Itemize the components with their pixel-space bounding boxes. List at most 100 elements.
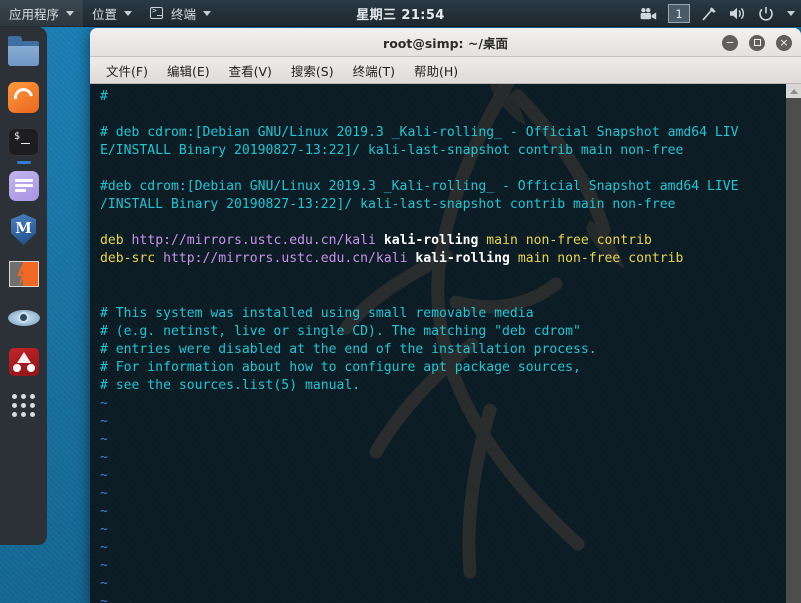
dock-item-terminal[interactable] <box>7 125 40 158</box>
menu-edit[interactable]: 编辑(E) <box>159 58 218 83</box>
dock-item-firefox[interactable] <box>7 81 40 114</box>
dock-item-show-applications[interactable] <box>7 389 40 422</box>
minimize-icon: − <box>725 36 735 49</box>
minimize-button[interactable]: − <box>722 34 738 51</box>
terminal-segment: ~ <box>100 576 108 592</box>
terminal-segment: # <box>100 89 108 104</box>
menu-view[interactable]: 查看(V) <box>221 58 280 83</box>
firefox-icon <box>8 82 39 113</box>
top-panel: 应用程序 位置 终端 星期三 21:54 1 <box>0 0 801 27</box>
terminal-line: ~ <box>100 557 786 575</box>
menu-search[interactable]: 搜索(S) <box>283 58 342 83</box>
window-titlebar[interactable]: root@simp: ~/桌面 − × <box>90 28 801 57</box>
terminal-line: # <box>100 88 786 106</box>
terminal-line: # This system was installed using small … <box>100 305 786 323</box>
terminal-segment: ~ <box>100 594 108 603</box>
terminal-line: deb-src http://mirrors.ustc.edu.cn/kali … <box>100 250 786 268</box>
terminal-scrollbar[interactable] <box>786 84 801 603</box>
terminal-line: ~ <box>100 431 786 449</box>
network-icon[interactable] <box>701 5 718 22</box>
terminal-segment: /INSTALL Binary 20190827-13:22]/ kali-la… <box>100 197 676 213</box>
dock-item-files[interactable] <box>7 36 40 70</box>
terminal-segment: ~ <box>100 467 108 483</box>
terminal-icon <box>150 6 164 19</box>
terminal-segment: ~ <box>100 486 108 502</box>
terminal-line: ~ <box>100 521 786 539</box>
menu-help[interactable]: 帮助(H) <box>406 58 466 83</box>
terminal-segment: kali-rolling <box>383 233 487 249</box>
terminal-line: ~ <box>100 485 786 503</box>
chevron-down-icon[interactable] <box>787 11 795 16</box>
applications-menu[interactable]: 应用程序 <box>0 0 84 27</box>
terminal-line: /INSTALL Binary 20190827-13:22]/ kali-la… <box>100 196 786 214</box>
dock-item-wireshark[interactable] <box>7 301 40 334</box>
terminal-line: ~ <box>100 539 786 557</box>
window-title: root@simp: ~/桌面 <box>383 35 508 51</box>
terminal-line: ~ <box>100 575 786 593</box>
terminal-segment: ~ <box>100 413 108 429</box>
wireshark-eye-icon <box>7 309 40 326</box>
terminal-line: ~ <box>100 449 786 467</box>
menu-terminal[interactable]: 终端(T) <box>345 58 403 83</box>
terminal-segment: main non-free contrib <box>486 233 652 249</box>
dock-item-beef[interactable] <box>7 345 40 378</box>
app-grid-icon <box>11 393 36 418</box>
menu-file[interactable]: 文件(F) <box>98 58 156 83</box>
terminal-segment: ~ <box>100 504 108 520</box>
scrollbar-thumb[interactable] <box>786 98 801 603</box>
terminal-icon <box>8 127 39 156</box>
favorites-dock: M <box>0 27 47 545</box>
terminal-segment: E/INSTALL Binary 20190827-13:22]/ kali-l… <box>100 143 684 159</box>
terminal-body[interactable]: # # deb cdrom:[Debian GNU/Linux 2019.3 _… <box>90 84 801 603</box>
dock-item-metasploit[interactable]: M <box>7 213 40 246</box>
dock-item-text-editor[interactable] <box>7 169 40 202</box>
places-menu[interactable]: 位置 <box>83 0 141 27</box>
dock-item-burpsuite[interactable] <box>7 257 40 290</box>
terminal-line: deb http://mirrors.ustc.edu.cn/kali kali… <box>100 232 786 250</box>
screen-recorder-icon[interactable] <box>640 7 657 20</box>
terminal-segment: ~ <box>100 431 108 447</box>
power-icon[interactable] <box>758 6 774 22</box>
terminal-segment: ~ <box>100 540 108 556</box>
close-button[interactable]: × <box>776 34 792 51</box>
volume-icon[interactable] <box>729 6 747 21</box>
terminal-menu-label: 终端 <box>171 6 197 22</box>
terminal-segment: #deb cdrom:[Debian GNU/Linux 2019.3 _Kal… <box>100 179 739 195</box>
terminal-segment: ~ <box>100 395 108 411</box>
places-menu-label: 位置 <box>92 6 118 22</box>
terminal-segment: # see the sources.list(5) manual. <box>100 377 361 393</box>
system-tray: 1 <box>640 0 795 27</box>
scroll-up-button[interactable] <box>786 84 801 98</box>
terminal-segment: ~ <box>100 558 108 574</box>
terminal-window: root@simp: ~/桌面 − × 文件(F) 编辑(E) 查看(V) 搜索… <box>90 28 801 603</box>
chevron-up-icon <box>789 88 798 94</box>
applications-menu-label: 应用程序 <box>9 6 60 22</box>
close-icon: × <box>779 36 789 49</box>
maximize-icon <box>753 39 761 46</box>
terminal-line: #deb cdrom:[Debian GNU/Linux 2019.3 _Kal… <box>100 178 786 196</box>
terminal-line: # see the sources.list(5) manual. <box>100 377 786 395</box>
terminal-line: ~ <box>100 395 786 413</box>
chevron-down-icon <box>124 10 133 16</box>
terminal-line: # (e.g. netinst, live or single CD). The… <box>100 323 786 341</box>
terminal-segment: deb <box>100 233 132 249</box>
clock[interactable]: 星期三 21:54 <box>356 4 445 23</box>
terminal-line: # entries were disabled at the end of th… <box>100 341 786 359</box>
terminal-segment: main non-free contrib <box>517 251 684 267</box>
terminal-segment: deb-src <box>100 251 164 267</box>
metasploit-shield-icon: M <box>11 214 36 245</box>
terminal-line: ~ <box>100 413 786 431</box>
chevron-down-icon <box>66 10 75 16</box>
terminal-line: E/INSTALL Binary 20190827-13:22]/ kali-l… <box>100 142 786 160</box>
workspace-switcher[interactable]: 1 <box>668 4 690 23</box>
terminal-line: # deb cdrom:[Debian GNU/Linux 2019.3 _Ka… <box>100 124 786 142</box>
folder-icon <box>8 36 39 66</box>
terminal-menu[interactable]: 终端 <box>141 0 220 27</box>
terminal-segment: # (e.g. netinst, live or single CD). The… <box>100 323 581 339</box>
terminal-line: ~ <box>100 593 786 603</box>
maximize-button[interactable] <box>749 34 765 51</box>
